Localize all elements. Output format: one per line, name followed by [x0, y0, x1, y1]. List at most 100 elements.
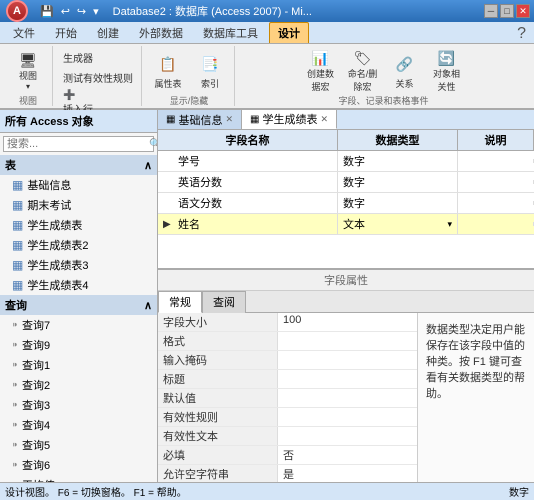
query-icon-5: ⁍ — [12, 438, 18, 452]
prop-value-validtext[interactable] — [278, 427, 417, 445]
object-tab-chengji[interactable]: ▦ 学生成绩表 ✕ — [242, 110, 337, 129]
cell-yingyu-name: 英语分数 — [158, 172, 338, 192]
nav-item-query4[interactable]: ⁍ 查询4 — [0, 415, 157, 435]
maximize-button[interactable]: □ — [500, 4, 514, 18]
cell-xuehao-name: 学号 — [158, 151, 338, 171]
prop-value-format[interactable] — [278, 332, 417, 350]
nav-item-query5[interactable]: ⁍ 查询5 — [0, 435, 157, 455]
save-quick-btn[interactable]: 💾 — [38, 4, 56, 19]
generate-button[interactable]: 生成器 — [59, 48, 137, 67]
datatype-dropdown-arrow[interactable]: ▾ — [447, 219, 452, 230]
property-sheet-button[interactable]: 📋 属性表 — [148, 48, 188, 94]
redo-quick-btn[interactable]: ↪ — [75, 4, 88, 19]
minimize-button[interactable]: ─ — [484, 4, 498, 18]
nav-item-jichu[interactable]: ▦ 基础信息 — [0, 175, 157, 195]
tables-section-header[interactable]: 表 ∧ — [0, 155, 157, 175]
view-button[interactable]: 🖥 视图 ▾ — [8, 48, 48, 94]
prop-row-default[interactable]: 默认值 — [158, 389, 417, 408]
search-input[interactable] — [7, 138, 149, 150]
cell-yuwen-note — [458, 201, 534, 205]
table-row[interactable]: 英语分数 数字 — [158, 172, 534, 193]
tab-general[interactable]: 常规 — [158, 291, 202, 313]
tab-lookup[interactable]: 查阅 — [202, 291, 246, 313]
nav-item-chengjibiao3[interactable]: ▦ 学生成绩表3 — [0, 255, 157, 275]
tab-start[interactable]: 开始 — [46, 22, 86, 43]
tab-dbtools[interactable]: 数据库工具 — [194, 22, 267, 43]
close-jichu-tab[interactable]: ✕ — [225, 114, 233, 125]
customize-quick-btn[interactable]: ▾ — [91, 4, 101, 19]
props-tabs: 常规 查阅 — [158, 291, 534, 313]
table-icon-qimo: ▦ — [12, 198, 23, 212]
prop-value-allowzero[interactable]: 是 — [278, 465, 417, 482]
show-buttons: 📋 属性表 📑 索引 — [148, 48, 230, 94]
ribbon-group-relations: 📊 创建数据宏 🏷 命名/删除宏 🔗 关系 🔄 对象相关性 字段、记录和表格事件 — [237, 46, 530, 106]
cell-xingming-name: ▶ 姓名 — [158, 214, 338, 234]
table-row-selected[interactable]: ▶ 姓名 文本 ▾ — [158, 214, 534, 235]
nav-item-query1[interactable]: ⁍ 查询1 — [0, 355, 157, 375]
window-controls: ─ □ ✕ — [484, 4, 530, 18]
prop-row-allowzero[interactable]: 允许空字符串 是 — [158, 465, 417, 482]
prop-row-fieldsize[interactable]: 字段大小 100 — [158, 313, 417, 332]
tab-design[interactable]: 设计 — [269, 22, 309, 43]
index-button[interactable]: 📑 索引 — [190, 48, 230, 94]
prop-value-fieldsize[interactable]: 100 — [278, 313, 417, 331]
object-dependency-button[interactable]: 🔄 对象相关性 — [427, 48, 467, 94]
nav-item-qimo[interactable]: ▦ 期末考试 — [0, 195, 157, 215]
tab-file[interactable]: 文件 — [4, 22, 44, 43]
nav-item-pingjunzhi[interactable]: ⁍ 平均值 — [0, 475, 157, 482]
cell-xingming-type: 文本 ▾ — [338, 214, 458, 234]
nav-item-chengjibiao[interactable]: ▦ 学生成绩表 — [0, 215, 157, 235]
office-button[interactable]: A — [6, 0, 28, 22]
prop-value-inputmask[interactable] — [278, 351, 417, 369]
create-macro-button[interactable]: 📊 创建数据宏 — [301, 48, 341, 94]
cell-yuwen-name: 语文分数 — [158, 193, 338, 213]
field-properties: 字段属性 常规 查阅 字段大小 100 格式 — [158, 270, 534, 482]
query-icon-3: ⁍ — [12, 398, 18, 412]
prop-value-caption[interactable] — [278, 370, 417, 388]
cell-yuwen-type: 数字 — [338, 193, 458, 213]
prop-row-validtext[interactable]: 有效性文本 — [158, 427, 417, 446]
prop-row-inputmask[interactable]: 输入掩码 — [158, 351, 417, 370]
queries-section-header[interactable]: 查询 ∧ — [0, 295, 157, 315]
nav-item-chengjibiao2[interactable]: ▦ 学生成绩表2 — [0, 235, 157, 255]
test-validity-button[interactable]: 测试有效性规则 — [59, 68, 137, 87]
prop-label-validtext: 有效性文本 — [158, 427, 278, 445]
nav-item-query3[interactable]: ⁍ 查询3 — [0, 395, 157, 415]
relations-button[interactable]: 🔗 关系 — [385, 48, 425, 94]
table-row[interactable]: 语文分数 数字 — [158, 193, 534, 214]
title-bar: A 💾 ↩ ↪ ▾ Database2 : 数据库 (Access 2007) … — [0, 0, 534, 22]
prop-row-format[interactable]: 格式 — [158, 332, 417, 351]
table-row[interactable]: 学号 数字 — [158, 151, 534, 172]
prop-label-allowzero: 允许空字符串 — [158, 465, 278, 482]
prop-label-format: 格式 — [158, 332, 278, 350]
rename-macro-icon: 🏷 — [351, 50, 375, 67]
prop-row-caption[interactable]: 标题 — [158, 370, 417, 389]
close-button[interactable]: ✕ — [516, 4, 530, 18]
prop-value-default[interactable] — [278, 389, 417, 407]
undo-quick-btn[interactable]: ↩ — [59, 4, 72, 19]
insert-icon: ➕ — [63, 90, 75, 101]
rename-macro-button[interactable]: 🏷 命名/删除宏 — [343, 48, 383, 94]
ribbon-group-tools: 生成器 测试有效性规则 ➕ 插入行 ✕ 删除行 修改查阅 工具 — [55, 46, 142, 106]
nav-item-query6[interactable]: ⁍ 查询6 — [0, 455, 157, 475]
index-icon: 📑 — [198, 53, 222, 77]
header-datatype: 数据类型 — [338, 130, 458, 150]
nav-item-query2[interactable]: ⁍ 查询2 — [0, 375, 157, 395]
help-icon[interactable]: ? — [513, 25, 530, 43]
prop-value-required[interactable]: 否 — [278, 446, 417, 464]
nav-item-query9[interactable]: ⁍ 查询9 — [0, 335, 157, 355]
prop-row-required[interactable]: 必填 否 — [158, 446, 417, 465]
tab-external[interactable]: 外部数据 — [130, 22, 192, 43]
prop-row-validrule[interactable]: 有效性规则 — [158, 408, 417, 427]
search-icon: 🔍 — [149, 139, 158, 150]
object-tab-jichu[interactable]: ▦ 基础信息 ✕ — [158, 110, 242, 129]
nav-item-chengjibiao4[interactable]: ▦ 学生成绩表4 — [0, 275, 157, 295]
close-chengji-tab[interactable]: ✕ — [320, 114, 328, 125]
queries-collapse-icon: ∧ — [144, 299, 152, 312]
create-macro-icon: 📊 — [309, 50, 333, 67]
prop-value-validrule[interactable] — [278, 408, 417, 426]
main-area: 所有 Access 对象 🔍 表 ∧ ▦ 基础信息 ▦ 期末考试 ▦ 学生成绩表 — [0, 110, 534, 482]
nav-item-query7[interactable]: ⁍ 查询7 — [0, 315, 157, 335]
props-help: 数据类型决定用户能保存在该字段中值的种类。按 F1 键可查看有关数据类型的帮助。 — [418, 313, 534, 482]
tab-create[interactable]: 创建 — [88, 22, 128, 43]
